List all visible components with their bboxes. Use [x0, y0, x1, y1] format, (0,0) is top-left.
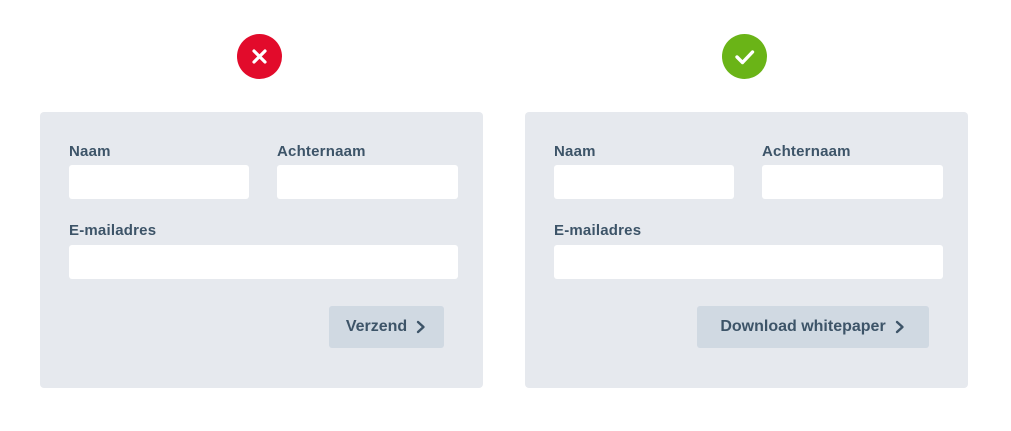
email-label: E-mailadres: [69, 222, 157, 239]
submit-button-label: Verzend: [345, 318, 408, 335]
email-input[interactable]: [69, 245, 458, 279]
submit-button[interactable]: Verzend: [329, 306, 444, 348]
last-name-label: Achternaam: [277, 143, 366, 160]
form-panel-bad: Naam Achternaam E-mailadres Verzend: [40, 112, 483, 388]
error-badge: [237, 34, 282, 79]
email-input[interactable]: [554, 245, 943, 279]
first-name-label: Naam: [554, 143, 596, 160]
download-whitepaper-button[interactable]: Download whitepaper: [697, 306, 929, 348]
last-name-input[interactable]: [762, 165, 943, 199]
cross-icon: [252, 49, 267, 64]
first-name-input[interactable]: [69, 165, 249, 199]
chevron-right-icon: [895, 320, 904, 334]
first-name-input[interactable]: [554, 165, 734, 199]
success-badge: [722, 34, 767, 79]
download-button-label: Download whitepaper: [720, 318, 886, 335]
chevron-right-icon: [416, 320, 425, 334]
first-name-label: Naam: [69, 143, 111, 160]
check-icon: [735, 50, 755, 65]
last-name-input[interactable]: [277, 165, 458, 199]
form-panel-good: Naam Achternaam E-mailadres Download whi…: [525, 112, 968, 388]
email-label: E-mailadres: [554, 222, 642, 239]
last-name-label: Achternaam: [762, 143, 851, 160]
